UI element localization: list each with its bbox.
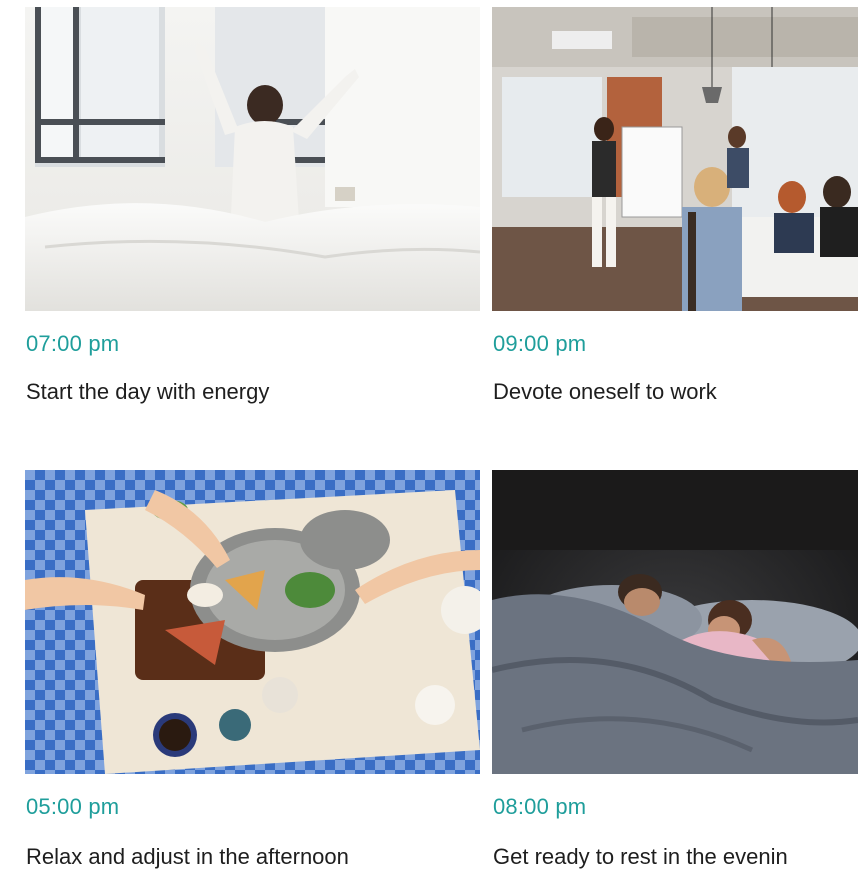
- schedule-grid: 07:00 pm Start the day with energy 09:00…: [0, 0, 858, 875]
- time-label: 08:00 pm: [493, 794, 587, 819]
- schedule-card-afternoon: 05:00 pm Relax and adjust in the afterno…: [25, 470, 480, 875]
- morning-bedroom-photo: [25, 7, 480, 311]
- night-sleeping-photo: [492, 470, 858, 774]
- schedule-card-work: 09:00 pm Devote oneself to work: [492, 7, 858, 427]
- time-label: 09:00 pm: [493, 331, 587, 356]
- picnic-food-photo: [25, 470, 480, 774]
- office-meeting-photo: [492, 7, 858, 311]
- schedule-card-morning: 07:00 pm Start the day with energy: [25, 7, 480, 427]
- time-label: 05:00 pm: [26, 794, 120, 819]
- caption-label: Devote oneself to work: [493, 379, 717, 404]
- time-label: 07:00 pm: [26, 331, 120, 356]
- caption-label: Start the day with energy: [26, 379, 270, 404]
- caption-label: Relax and adjust in the afternoon: [26, 844, 349, 869]
- caption-label: Get ready to rest in the evenin: [493, 844, 788, 869]
- schedule-card-evening: 08:00 pm Get ready to rest in the evenin: [492, 470, 858, 875]
